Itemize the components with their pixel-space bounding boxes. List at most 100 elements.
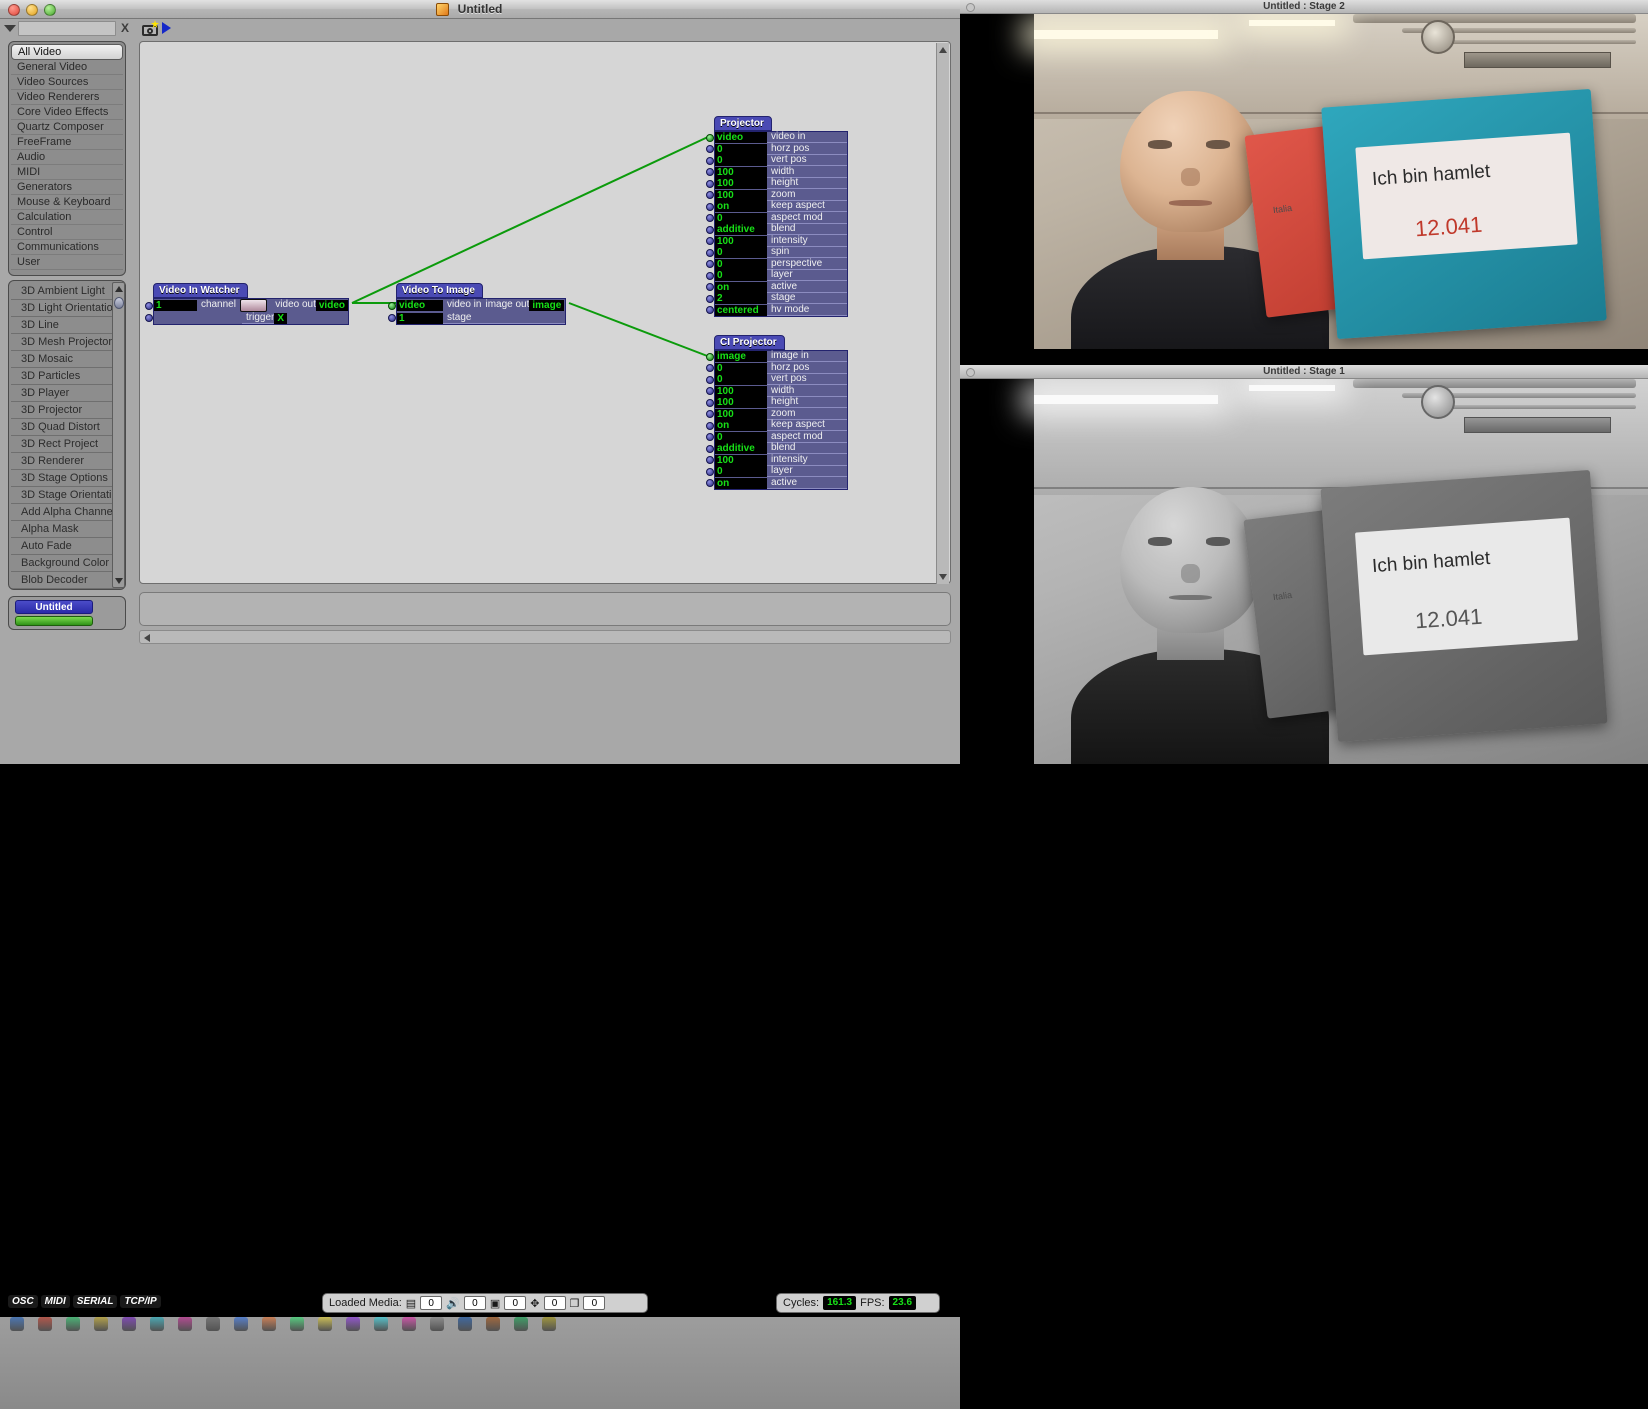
scroll-up-icon[interactable]: [115, 286, 123, 292]
category-item-core-video-effects[interactable]: Core Video Effects: [11, 105, 123, 120]
module-item-3d-stage-options[interactable]: 3D Stage Options: [11, 470, 123, 487]
scrollbar-thumb[interactable]: [114, 297, 124, 309]
category-item-midi[interactable]: MIDI: [11, 165, 123, 180]
param-value-aspect-mod[interactable]: 0: [715, 212, 767, 224]
snapshot-icon[interactable]: [140, 20, 160, 38]
param-row-layer[interactable]: 0 layer: [706, 270, 847, 282]
node-port[interactable]: [145, 314, 153, 322]
module-list-scrollbar[interactable]: [112, 282, 125, 588]
param-value-stage[interactable]: 2: [715, 293, 767, 305]
project-tab[interactable]: Untitled: [15, 600, 93, 614]
dock-icon-13[interactable]: [374, 1317, 388, 1331]
param-value-video-in[interactable]: video: [715, 132, 767, 144]
category-item-quartz-composer[interactable]: Quartz Composer: [11, 120, 123, 135]
node-port[interactable]: [706, 352, 714, 361]
node-port[interactable]: [706, 179, 714, 188]
node-title-projector[interactable]: Projector: [714, 116, 772, 131]
dock-icon-10[interactable]: [290, 1317, 304, 1331]
param-row-stage[interactable]: 2 stage: [706, 293, 847, 305]
param-value-horz-pos[interactable]: 0: [715, 143, 767, 155]
dock-icon-15[interactable]: [430, 1317, 444, 1331]
param-value-spin[interactable]: 0: [715, 247, 767, 259]
category-item-user[interactable]: User: [11, 255, 123, 270]
param-value-video-in[interactable]: video: [397, 300, 443, 311]
dock-icon-16[interactable]: [458, 1317, 472, 1331]
module-list[interactable]: 3D Ambient Light 3D Light Orientation 3D L…: [8, 280, 126, 590]
param-value-image-in[interactable]: image: [715, 351, 767, 363]
param-value-width[interactable]: 100: [715, 166, 767, 178]
dock-icon-5[interactable]: [150, 1317, 164, 1331]
node-port[interactable]: [706, 156, 714, 165]
chevron-down-icon[interactable]: [4, 25, 16, 32]
node-port[interactable]: [706, 467, 714, 476]
param-value-intensity[interactable]: 100: [715, 235, 767, 247]
dock-strip[interactable]: [0, 1317, 960, 1409]
param-row-height[interactable]: 100 height: [706, 397, 847, 409]
category-item-video-renderers[interactable]: Video Renderers: [11, 90, 123, 105]
connection-tcp-ip-badge[interactable]: TCP/IP: [120, 1295, 161, 1308]
dock-icon-17[interactable]: [486, 1317, 500, 1331]
dock-icon-8[interactable]: [234, 1317, 248, 1331]
param-row-vert-pos[interactable]: 0 vert pos: [706, 155, 847, 167]
module-item-3d-quad-distort[interactable]: 3D Quad Distort: [11, 419, 123, 436]
param-row-layer[interactable]: 0 layer: [706, 466, 847, 478]
node-io-row-2[interactable]: 1 stage: [388, 312, 565, 324]
param-value-zoom[interactable]: 100: [715, 408, 767, 420]
search-input[interactable]: [18, 21, 116, 36]
play-icon[interactable]: [162, 22, 171, 34]
category-item-generators[interactable]: Generators: [11, 180, 123, 195]
stage2-titlebar[interactable]: Untitled : Stage 2: [960, 0, 1648, 14]
category-list[interactable]: All Video General Video Video Sources Video…: [8, 41, 126, 276]
node-ci-projector[interactable]: CI Projector image image in 0 horz pos 0 vert …: [706, 335, 848, 490]
connection-indicators[interactable]: OSC MIDI SERIAL TCP/IP: [8, 1295, 164, 1313]
window-titlebar[interactable]: Untitled: [0, 0, 960, 19]
param-row-hv-mode[interactable]: centered hv mode: [706, 304, 847, 317]
clear-search-button[interactable]: X: [118, 21, 132, 36]
stage2-viewport[interactable]: Italia Ich bin hamlet 12.041: [960, 14, 1648, 365]
node-port[interactable]: [706, 294, 714, 303]
connection-midi-badge[interactable]: MIDI: [40, 1295, 70, 1308]
module-item-add-alpha-channel[interactable]: Add Alpha Channel: [11, 504, 123, 521]
stage1-titlebar[interactable]: Untitled : Stage 1: [960, 365, 1648, 379]
param-row-blend[interactable]: additive blend: [706, 443, 847, 455]
module-item-auto-fade[interactable]: Auto Fade: [11, 538, 123, 555]
dock-icon-12[interactable]: [346, 1317, 360, 1331]
node-title-ci-projector[interactable]: CI Projector: [714, 335, 785, 350]
node-io-row[interactable]: 1 channel video out video: [145, 299, 348, 312]
node-port[interactable]: [706, 421, 714, 430]
param-row-vert-pos[interactable]: 0 vert pos: [706, 374, 847, 386]
dock-icon-4[interactable]: [122, 1317, 136, 1331]
module-item-3d-line[interactable]: 3D Line: [11, 317, 123, 334]
param-value-layer[interactable]: 0: [715, 466, 767, 478]
param-value-vert-pos[interactable]: 0: [715, 155, 767, 167]
dock-icon-9[interactable]: [262, 1317, 276, 1331]
dock-icon-14[interactable]: [402, 1317, 416, 1331]
node-port[interactable]: [706, 202, 714, 211]
dock-icon-0[interactable]: [10, 1317, 24, 1331]
node-port[interactable]: [145, 301, 153, 310]
module-item-3d-particles[interactable]: 3D Particles: [11, 368, 123, 385]
node-port[interactable]: [388, 301, 396, 310]
module-item-3d-projector[interactable]: 3D Projector: [11, 402, 123, 419]
param-row-image-in[interactable]: image image in: [706, 351, 847, 363]
canvas-horizontal-scrollbar[interactable]: [139, 630, 951, 644]
node-port[interactable]: [706, 444, 714, 453]
node-projector[interactable]: Projector video video in 0 horz pos 0 vert pos…: [706, 116, 848, 317]
dock-icon-18[interactable]: [514, 1317, 528, 1331]
node-title-video-to-image[interactable]: Video To Image: [396, 283, 483, 298]
param-value-layer[interactable]: 0: [715, 270, 767, 282]
category-item-mouse-keyboard[interactable]: Mouse & Keyboard: [11, 195, 123, 210]
param-row-video-in[interactable]: video video in: [706, 132, 847, 144]
module-item-background-color[interactable]: Background Color: [11, 555, 123, 572]
node-port[interactable]: [706, 248, 714, 257]
node-title-video-in-watcher[interactable]: Video In Watcher: [153, 283, 248, 298]
param-value-stage[interactable]: 1: [397, 312, 443, 324]
module-item-blob-decoder[interactable]: Blob Decoder: [11, 572, 123, 589]
param-value-active[interactable]: on: [715, 281, 767, 293]
dock-icon-11[interactable]: [318, 1317, 332, 1331]
node-port[interactable]: [388, 314, 396, 322]
module-item-3d-rect-project[interactable]: 3D Rect Project: [11, 436, 123, 453]
param-value-aspect-mod[interactable]: 0: [715, 431, 767, 443]
param-row-keep-aspect[interactable]: on keep aspect: [706, 201, 847, 213]
param-value-perspective[interactable]: 0: [715, 258, 767, 270]
